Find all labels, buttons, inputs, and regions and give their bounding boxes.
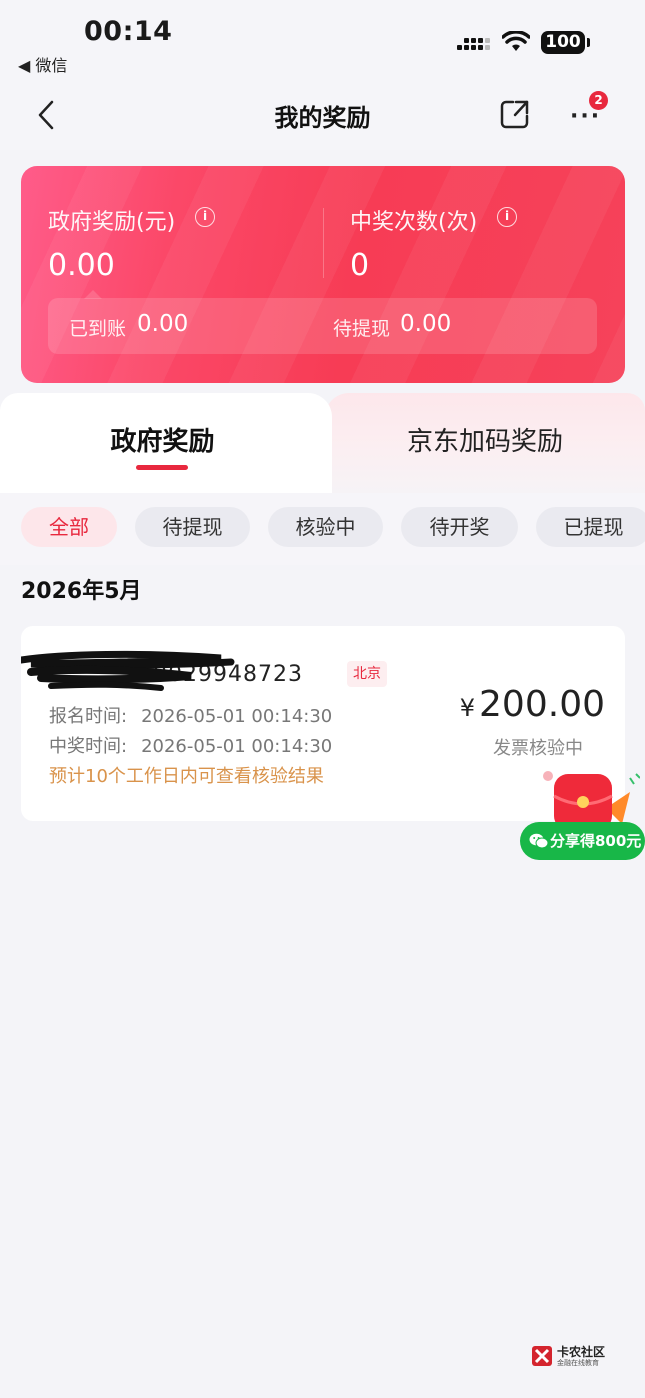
kanong-logo-icon [532, 1346, 552, 1366]
filter-awaiting-draw[interactable]: 待开奖 [401, 507, 518, 547]
win-count-label: 中奖次数(次) [350, 210, 478, 235]
redaction-scribble [21, 650, 235, 691]
reward-amount: ¥200.00 [460, 684, 605, 725]
pending-withdraw-label: 待提现 [333, 318, 391, 340]
filter-all[interactable]: 全部 [21, 507, 117, 547]
signup-time-row: 报名时间: 2026-05-01 00:14:30 [49, 702, 332, 728]
status-time: 00:14 [84, 16, 173, 47]
notification-badge: 2 [589, 91, 608, 110]
pending-withdraw-value: 0.00 [400, 311, 452, 337]
share-button[interactable]: 分享得800元 [520, 822, 645, 860]
watermark-logo: 卡农社区 金融在线教育 [531, 1343, 621, 1373]
signup-time-value: 2026-05-01 00:14:30 [141, 706, 333, 727]
win-time-label: 中奖时间: [49, 736, 128, 757]
win-time-value: 2026-05-01 00:14:30 [141, 736, 333, 757]
status-bar: 00:14 ◀ 微信 100 [0, 0, 645, 80]
signup-time-label: 报名时间: [49, 706, 128, 727]
record-status: 发票核验中 [493, 738, 583, 759]
tab-gov-reward-label[interactable]: 政府奖励 [0, 421, 325, 458]
filter-verifying[interactable]: 核验中 [268, 507, 383, 547]
reward-amount-value: 200.00 [479, 684, 605, 725]
share-reward-widget[interactable]: 分享得800元 [520, 766, 645, 862]
filter-pending-withdraw[interactable]: 待提现 [135, 507, 250, 547]
back-to-app-link[interactable]: ◀ 微信 [18, 52, 67, 76]
city-tag: 北京 [347, 661, 387, 687]
withdraw-summary-panel: 已到账 0.00 待提现 0.00 [48, 298, 597, 354]
gov-reward-value: 0.00 [48, 248, 115, 283]
reward-tabs: 政府奖励 京东加码奖励 [0, 393, 645, 493]
win-count-info-icon[interactable]: i [497, 207, 517, 227]
currency-symbol: ¥ [459, 694, 476, 722]
win-time-row: 中奖时间: 2026-05-01 00:14:30 [49, 732, 332, 758]
win-count-value: 0 [350, 248, 370, 283]
wifi-icon [502, 31, 530, 51]
watermark-sub: 金融在线教育 [557, 1359, 599, 1367]
gov-reward-info-icon[interactable]: i [195, 207, 215, 227]
share-button-label: 分享得800元 [550, 832, 642, 850]
cellular-signal-icon [457, 35, 493, 55]
filter-withdrawn[interactable]: 已提现 [536, 507, 645, 547]
verification-note: 预计10个工作日内可查看核验结果 [49, 766, 324, 787]
tab-jd-bonus-label[interactable]: 京东加码奖励 [325, 421, 645, 458]
month-header: 2026年5月 [21, 579, 142, 604]
share-icon[interactable] [499, 98, 531, 130]
page-title: 我的奖励 [274, 104, 371, 132]
status-filter-bar: 全部 待提现 核验中 待开奖 已提现 [0, 493, 645, 565]
reward-summary-card: 政府奖励(元) i 0.00 中奖次数(次) i 0 已到账 0.00 待提现 … [21, 166, 625, 383]
active-tab-indicator [136, 465, 188, 470]
summary-divider [323, 208, 324, 278]
arrived-label: 已到账 [69, 318, 127, 340]
wechat-icon [529, 833, 549, 849]
nav-bar: 我的奖励 ··· 2 [0, 80, 645, 150]
arrived-value: 0.00 [137, 311, 189, 337]
battery-icon: 100 [541, 31, 590, 54]
gov-reward-label: 政府奖励(元) [48, 210, 176, 235]
